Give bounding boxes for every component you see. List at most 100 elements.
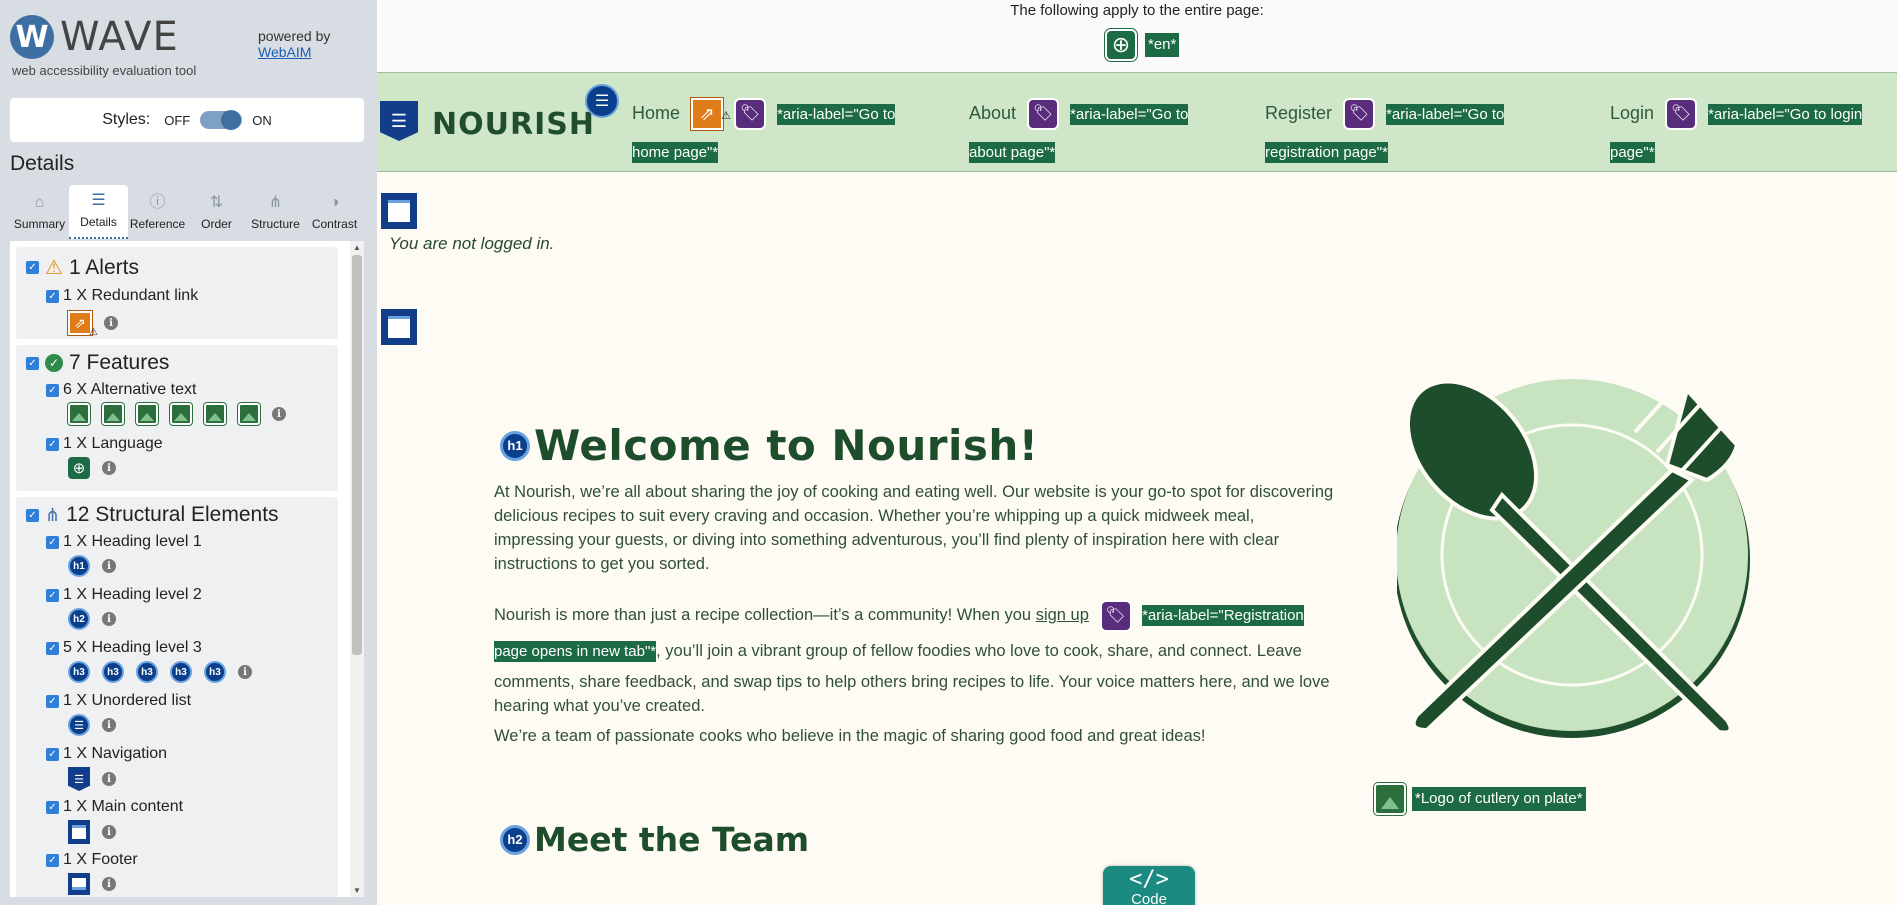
- unordered-list-checkbox[interactable]: ✓: [46, 694, 59, 708]
- code-icon: </>: [1129, 867, 1169, 892]
- styles-toggle[interactable]: [200, 110, 243, 130]
- structure-group: ✓ ⋔ 12 Structural Elements ✓ 1 X Heading…: [16, 497, 338, 897]
- heading2-icon[interactable]: h2: [68, 608, 90, 630]
- webaim-link[interactable]: WebAIM: [258, 44, 311, 60]
- code-panel-toggle[interactable]: </> Code: [1103, 866, 1195, 905]
- structure-checkbox[interactable]: ✓: [26, 508, 39, 522]
- footer-label: 1 X Footer: [63, 851, 138, 868]
- main-content-icon[interactable]: [381, 309, 417, 345]
- info-icon[interactable]: i: [102, 772, 116, 786]
- redundant-link-icons: ⇗ ⚠ i: [67, 310, 118, 338]
- wave-logo[interactable]: W WAVE: [10, 14, 179, 60]
- heading1-icon[interactable]: h1: [68, 555, 90, 577]
- nav-link-register[interactable]: Register: [1265, 103, 1332, 123]
- main-content-checkbox[interactable]: ✓: [46, 800, 59, 814]
- panel-scrollbar[interactable]: ▲ ▼: [350, 241, 364, 897]
- site-brand[interactable]: NOURISH: [432, 107, 595, 142]
- heading3-checkbox[interactable]: ✓: [46, 641, 59, 655]
- aria-label-icon[interactable]: 🏷: [1099, 599, 1132, 632]
- globe-icon[interactable]: ⊕: [1104, 28, 1138, 62]
- nav-link-home[interactable]: Home: [632, 103, 680, 123]
- redundant-link-icon[interactable]: ⇗ ⚠: [67, 310, 98, 338]
- styles-label: Styles:: [102, 111, 151, 128]
- tab-order[interactable]: ⇅ Order: [187, 185, 246, 239]
- scroll-up-icon[interactable]: ▲: [353, 243, 361, 252]
- unordered-list-marker[interactable]: ☰: [585, 84, 619, 118]
- sign-up-link[interactable]: sign up: [1036, 606, 1089, 624]
- unordered-list-item: ✓ 1 X Unordered list: [46, 692, 191, 710]
- unordered-list-icon[interactable]: ☰: [68, 714, 90, 736]
- page-title: Welcome to Nourish!: [534, 421, 1039, 470]
- alerts-checkbox[interactable]: ✓: [26, 261, 39, 274]
- footer-checkbox[interactable]: ✓: [46, 853, 59, 867]
- aria-label-icon[interactable]: 🏷: [734, 98, 767, 131]
- heading1-icon[interactable]: h1: [500, 430, 530, 461]
- aria-label-icon[interactable]: 🏷: [1027, 98, 1060, 131]
- tab-details[interactable]: ☰ Details: [69, 185, 128, 239]
- navigation-icon[interactable]: ☰: [68, 767, 90, 791]
- main-content-icon[interactable]: [68, 820, 90, 844]
- alt-text-icon[interactable]: [67, 402, 91, 426]
- main-content-item: ✓ 1 X Main content: [46, 798, 183, 816]
- styles-toggle-box: Styles: OFF ON: [10, 98, 364, 142]
- heading3-icon[interactable]: h3: [170, 661, 192, 683]
- tab-contrast[interactable]: ◑ Contrast: [305, 185, 364, 239]
- main-landmark-marker[interactable]: [381, 193, 417, 229]
- list-icon: ☰: [91, 192, 106, 209]
- redundant-link-item: ✓ 1 X Redundant link: [46, 287, 198, 305]
- unordered-list-icons: ☰ i: [68, 714, 116, 736]
- language-checkbox[interactable]: ✓: [46, 437, 59, 451]
- unordered-list-icon[interactable]: ☰: [585, 84, 619, 118]
- main-landmark-marker-2[interactable]: [381, 309, 417, 345]
- aria-label-icon[interactable]: 🏷: [1665, 98, 1698, 131]
- info-icon[interactable]: i: [104, 316, 118, 330]
- aria-label-icon[interactable]: 🏷: [1343, 98, 1376, 131]
- globe-icon[interactable]: ⊕: [68, 457, 90, 479]
- alt-text-icon[interactable]: [135, 402, 159, 426]
- features-checkbox[interactable]: ✓: [26, 356, 39, 370]
- heading2-icon[interactable]: h2: [500, 824, 530, 855]
- info-icon[interactable]: i: [102, 612, 116, 626]
- alt-text-icon[interactable]: [203, 402, 227, 426]
- heading3-icon[interactable]: h3: [204, 661, 226, 683]
- nav-link-about[interactable]: About: [969, 103, 1016, 123]
- scroll-down-icon[interactable]: ▼: [353, 886, 361, 895]
- info-icon[interactable]: i: [238, 665, 252, 679]
- alerts-group: ✓ ⚠ 1 Alerts ✓ 1 X Redundant link ⇗ ⚠ i: [16, 247, 338, 339]
- nav-link-login[interactable]: Login: [1610, 103, 1654, 123]
- community-text-start: Nourish is more than just a recipe colle…: [494, 606, 1036, 624]
- heading3-icon[interactable]: h3: [136, 661, 158, 683]
- heading3-icon[interactable]: h3: [68, 661, 90, 683]
- navigation-checkbox[interactable]: ✓: [46, 747, 59, 761]
- nav-landmark[interactable]: ☰: [380, 101, 418, 141]
- info-icon[interactable]: i: [102, 461, 116, 475]
- info-icon[interactable]: i: [102, 877, 116, 891]
- alt-text-checkbox[interactable]: ✓: [46, 383, 59, 397]
- heading-2-row: h2 Meet the Team: [500, 820, 809, 859]
- redundant-link-icon[interactable]: ⇗ ⚠: [690, 97, 731, 132]
- heading3-icon[interactable]: h3: [102, 661, 124, 683]
- login-status: You are not logged in.: [389, 234, 555, 253]
- tab-reference[interactable]: ⓘ Reference: [128, 185, 187, 239]
- scrollbar-thumb[interactable]: [352, 255, 362, 655]
- heading2-checkbox[interactable]: ✓: [46, 588, 59, 602]
- info-icon[interactable]: i: [102, 718, 116, 732]
- redundant-link-checkbox[interactable]: ✓: [46, 289, 59, 303]
- main-content-icon[interactable]: [381, 193, 417, 229]
- heading1-checkbox[interactable]: ✓: [46, 535, 59, 549]
- alt-text-icon[interactable]: [101, 402, 125, 426]
- alt-text-icon[interactable]: [169, 402, 193, 426]
- alt-text-icon[interactable]: [237, 402, 261, 426]
- tab-summary[interactable]: ⌂ Summary: [10, 185, 69, 239]
- navigation-icon[interactable]: ☰: [380, 101, 418, 141]
- details-heading: Details: [10, 152, 75, 175]
- info-icon[interactable]: i: [102, 825, 116, 839]
- tab-structure[interactable]: ⋔ Structure: [246, 185, 305, 239]
- info-icon[interactable]: i: [102, 559, 116, 573]
- alerts-title: 1 Alerts: [68, 255, 139, 279]
- wave-sidebar: W WAVE web accessibility evaluation tool…: [0, 0, 377, 905]
- footer-icon[interactable]: [68, 873, 90, 895]
- info-icon[interactable]: i: [272, 407, 286, 421]
- alt-text-icon[interactable]: [1373, 782, 1407, 816]
- alerts-heading: ✓ ⚠ 1 Alerts: [26, 255, 139, 280]
